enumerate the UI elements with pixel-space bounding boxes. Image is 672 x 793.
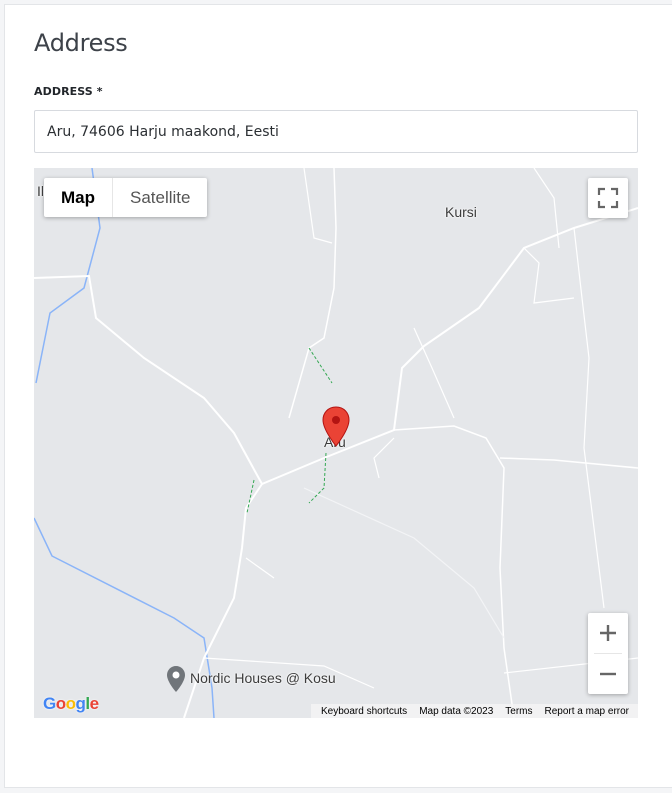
section-title: Address [34, 29, 128, 57]
map-view[interactable]: Map Satellite Kursi Il Aru Nordic Houses… [34, 168, 638, 718]
terms-link[interactable]: Terms [505, 706, 532, 717]
zoom-out-button[interactable] [588, 654, 628, 694]
minus-icon [600, 672, 616, 676]
zoom-control [588, 613, 628, 694]
poi-pin-icon[interactable] [166, 665, 186, 693]
fullscreen-button[interactable] [588, 178, 628, 218]
google-logo[interactable]: Google [43, 694, 99, 714]
place-label-edge: Il [37, 183, 44, 199]
report-map-error-link[interactable]: Report a map error [545, 706, 629, 717]
address-label: ADDRESS * [34, 85, 103, 98]
map-type-satellite-button[interactable]: Satellite [112, 178, 207, 217]
place-label-kursi: Kursi [445, 204, 477, 220]
keyboard-shortcuts-link[interactable]: Keyboard shortcuts [321, 706, 407, 717]
poi-label-nordic-houses[interactable]: Nordic Houses @ Kosu [190, 670, 336, 686]
map-data-text: Map data ©2023 [419, 705, 494, 717]
address-input[interactable] [34, 110, 638, 153]
zoom-in-button[interactable] [588, 613, 628, 653]
map-marker-icon[interactable] [322, 406, 350, 448]
plus-icon [600, 625, 616, 641]
map-type-control: Map Satellite [44, 178, 208, 217]
address-card: Address ADDRESS * Aru, 74606 Harju maako… [4, 4, 672, 788]
fullscreen-icon [597, 187, 619, 209]
map-footer: Keyboard shortcuts Map data ©2023 Terms … [311, 704, 638, 718]
map-type-map-button[interactable]: Map [44, 178, 112, 217]
